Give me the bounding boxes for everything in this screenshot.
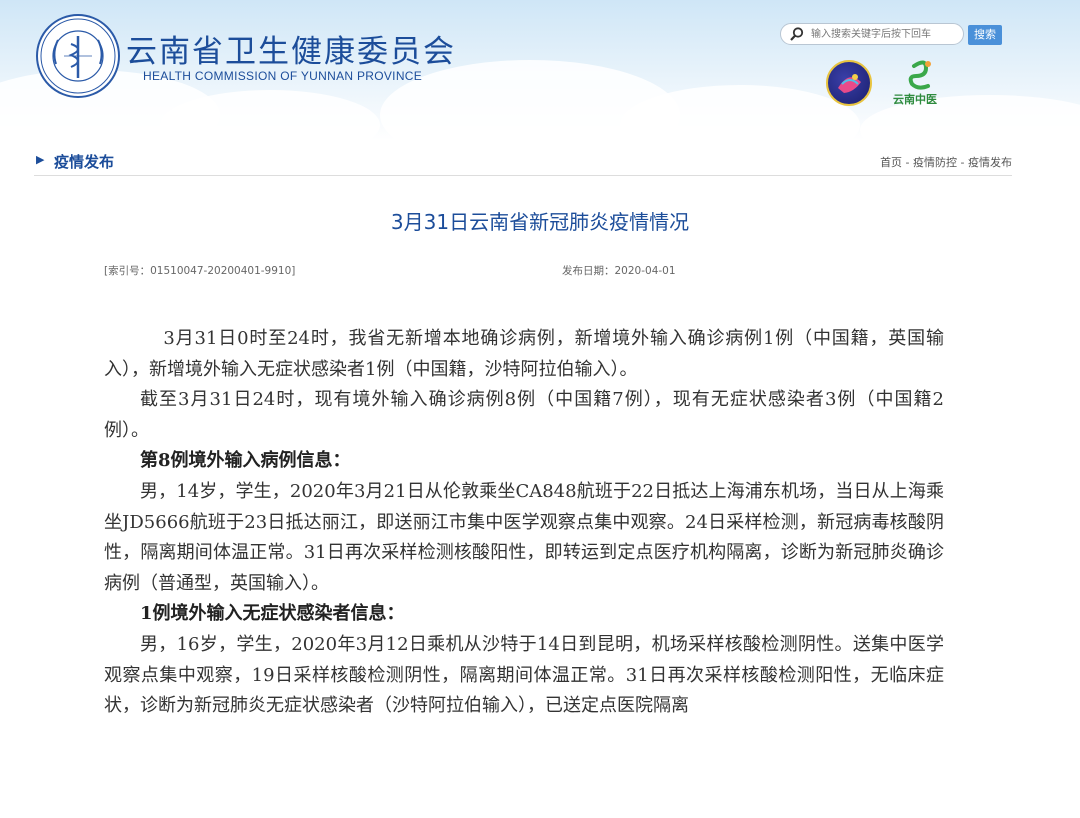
site-title-english: HEALTH COMMISSION OF YUNNAN PROVINCE [143,69,423,83]
site-title: 云南省卫生健康委员会 [126,34,456,70]
breadcrumb-separator: - [902,156,914,169]
tcm-logo-label: 云南中医 [893,93,937,106]
article-subheading: 1例境外输入无症状感染者信息： [140,603,405,625]
search-input[interactable] [811,26,959,42]
article-body: 3月31日0时至24时，我省无新增本地确诊病例，新增境外输入确诊病例1例（中国籍… [104,324,944,722]
yunnan-badge-logo-icon[interactable] [826,60,872,106]
site-header: 云南省卫生健康委员会 HEALTH COMMISSION OF YUNNAN P… [0,0,1080,140]
commission-emblem-icon[interactable] [36,14,120,98]
search-button[interactable]: 搜索 [968,25,1002,45]
article-paragraph: 男，14岁，学生，2020年3月21日从伦敦乘坐CA848航班于22日抵达上海浦… [104,480,944,594]
article-title: 3月31日云南省新冠肺炎疫情情况 [390,210,690,234]
article-paragraph: 男，16岁，学生，2020年3月12日乘机从沙特于14日到昆明，机场采样核酸检测… [104,633,944,717]
breadcrumb-home[interactable]: 首页 [880,156,902,169]
section-title: 疫情发布 [54,153,115,171]
search-icon [789,26,805,46]
breadcrumb: 首页 - 疫情防控 - 疫情发布 [880,154,1012,170]
section-bar: ▶ 疫情发布 首页 - 疫情防控 - 疫情发布 [34,146,1012,176]
breadcrumb-separator: - [957,156,968,169]
article-paragraph: 3月31日0时至24时，我省无新增本地确诊病例，新增境外输入确诊病例1例（中国籍… [104,328,944,380]
article-paragraph: 截至3月31日24时，现有境外输入确诊病例8例（中国籍7例），现有无症状感染者3… [104,389,944,441]
breadcrumb-epidemic-release[interactable]: 疫情发布 [968,156,1012,169]
breadcrumb-epidemic-control[interactable]: 疫情防控 [913,156,957,169]
search-box[interactable] [780,23,964,45]
article-index-number: [索引号：01510047-20200401-9910] [104,265,296,277]
article-publish-date: 发布日期：2020-04-01 [562,265,676,277]
article-subheading: 第8例境外输入病例信息： [140,450,351,472]
triangle-right-icon: ▶ [36,153,45,166]
